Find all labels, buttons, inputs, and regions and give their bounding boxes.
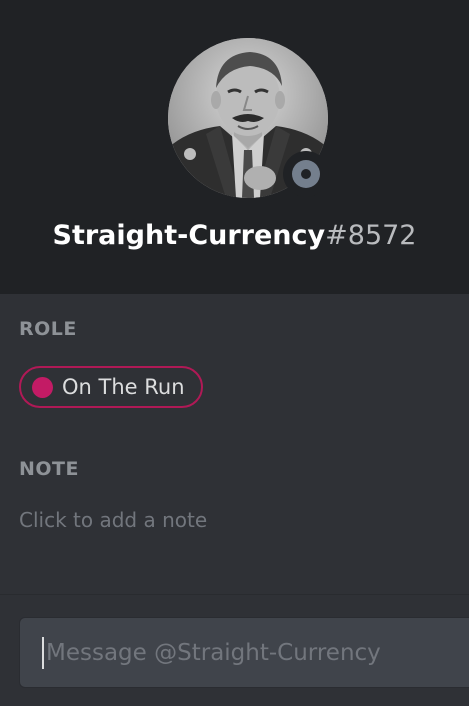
text-caret — [42, 637, 44, 669]
note-input[interactable]: Click to add a note — [19, 505, 439, 535]
message-placeholder: Message @Straight-Currency — [46, 640, 381, 666]
username[interactable]: Straight-Currency — [53, 220, 326, 251]
message-input[interactable]: Message @Straight-Currency — [19, 617, 469, 688]
avatar-container[interactable] — [168, 38, 329, 198]
username-row[interactable]: Straight-Currency#8572 — [0, 216, 469, 256]
discriminator: #8572 — [325, 220, 417, 251]
divider — [0, 594, 469, 595]
offline-status-icon — [292, 160, 320, 188]
role-pill[interactable]: On The Run — [19, 366, 203, 408]
note-section-title: NOTE — [19, 458, 79, 480]
profile-header: Straight-Currency#8572 — [0, 0, 469, 294]
role-color-dot[interactable] — [32, 376, 53, 398]
status-indicator — [283, 151, 329, 197]
user-profile-popout: Straight-Currency#8572 ROLE On The Run N… — [0, 0, 469, 706]
role-section-title: ROLE — [19, 318, 77, 340]
role-name: On The Run — [62, 375, 185, 399]
